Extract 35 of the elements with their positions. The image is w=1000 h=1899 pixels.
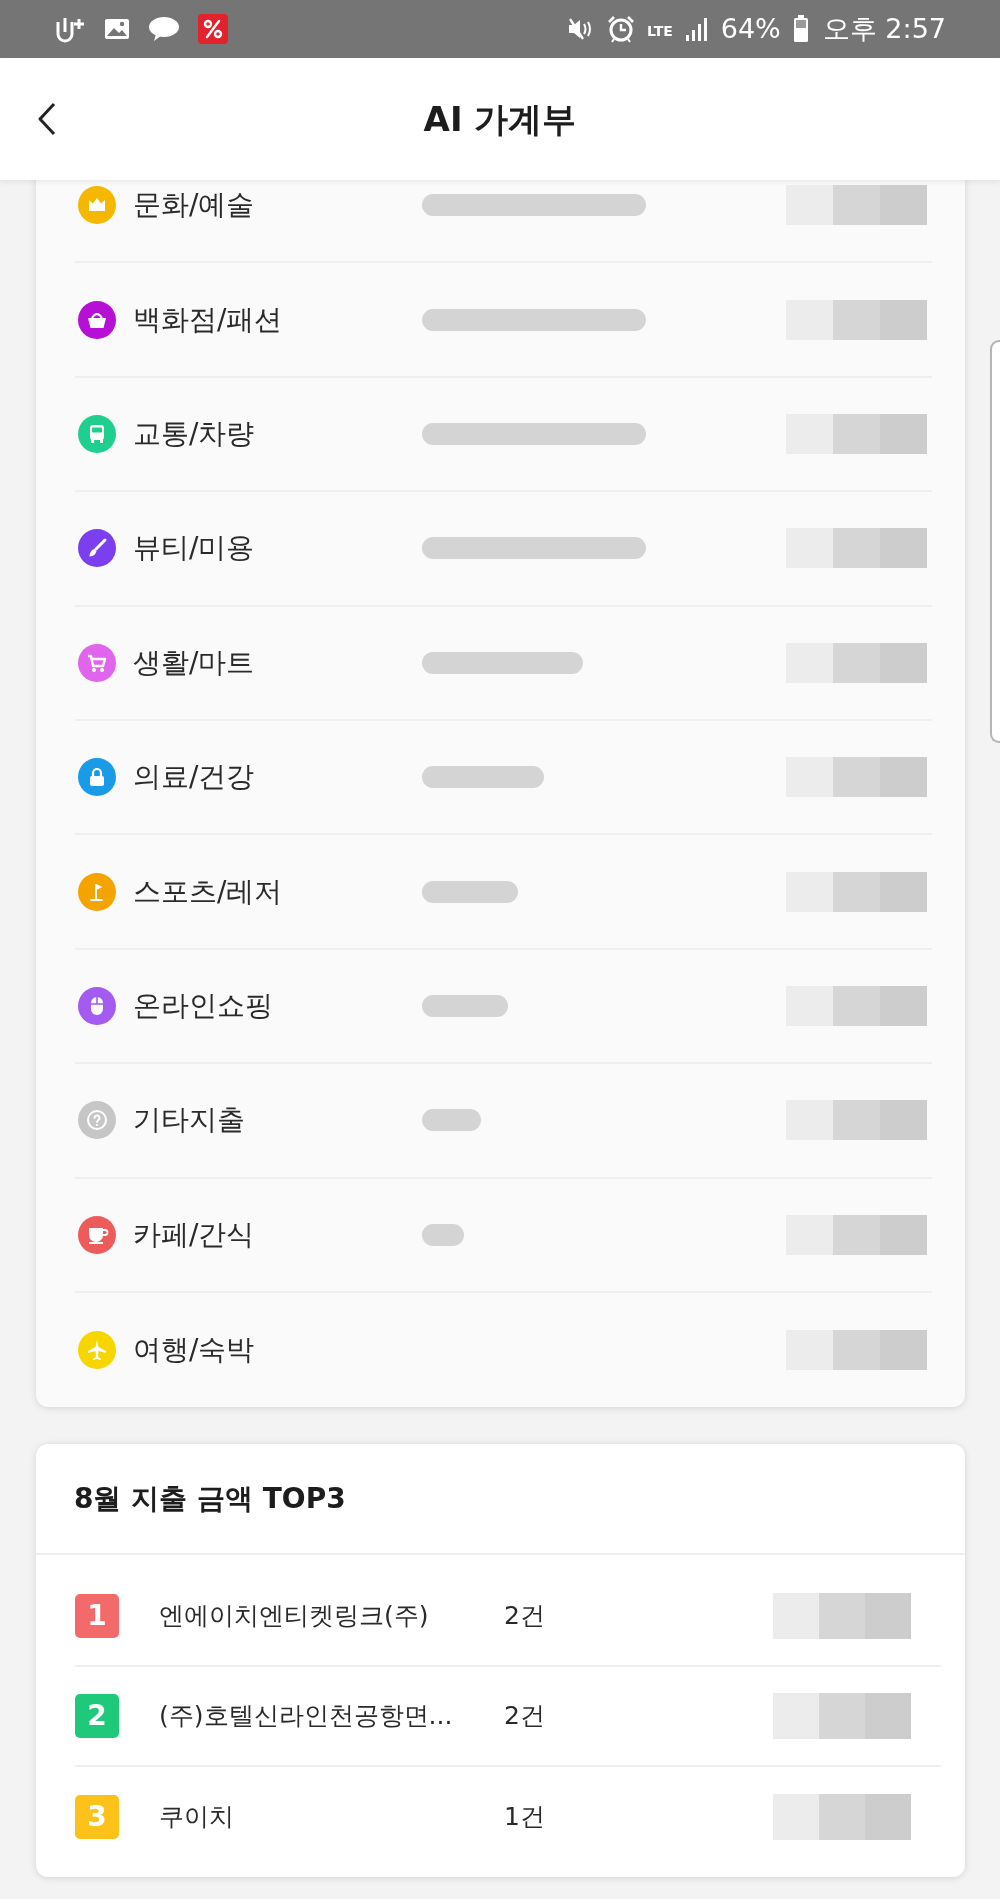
category-label: 문화/예술 <box>133 187 255 224</box>
alarm-clock-icon <box>607 15 636 43</box>
image-icon <box>104 17 130 41</box>
category-label: 교통/차량 <box>133 415 255 452</box>
back-icon[interactable] <box>36 102 58 136</box>
category-label: 생활/마트 <box>133 644 255 681</box>
battery-percent: 64% <box>720 13 781 45</box>
rank-badge: 3 <box>75 1795 119 1840</box>
category-label: 기타지출 <box>133 1102 245 1139</box>
battery-icon <box>792 15 809 43</box>
amount-bar <box>422 1109 481 1132</box>
transaction-count: 2건 <box>504 1600 545 1633</box>
category-label: 카페/간식 <box>133 1216 255 1253</box>
category-label: 온라인쇼핑 <box>133 987 273 1024</box>
signal-icon <box>684 16 709 42</box>
amount-bar <box>422 1223 464 1246</box>
merchant-name: 쿠이치 <box>159 1801 234 1834</box>
chat-bubble-icon <box>148 16 180 42</box>
rank-badge: 2 <box>75 1694 119 1739</box>
app-icon <box>198 14 228 44</box>
category-label: 여행/숙박 <box>133 1332 255 1369</box>
transaction-count: 2건 <box>504 1700 545 1733</box>
merchant-name: 엔에이치엔티켓링크(주) <box>159 1600 429 1633</box>
category-label: 백화점/패션 <box>133 301 283 338</box>
rank-badge: 1 <box>75 1594 119 1639</box>
transaction-count: 1건 <box>504 1801 545 1834</box>
page-title: AI 가계부 <box>423 98 577 141</box>
scroll-handle[interactable] <box>990 340 1000 743</box>
category-label: 의료/건강 <box>133 759 255 796</box>
category-label: 스포츠/레저 <box>133 873 283 910</box>
merchant-name: (주)호텔신라인천공항면... <box>159 1700 453 1733</box>
section-title: 8월 지출 금액 TOP3 <box>74 1480 346 1517</box>
category-label: 뷰티/미용 <box>133 530 255 567</box>
clock-time: 오후 2:57 <box>822 13 946 45</box>
network-type: LTE <box>647 23 673 39</box>
